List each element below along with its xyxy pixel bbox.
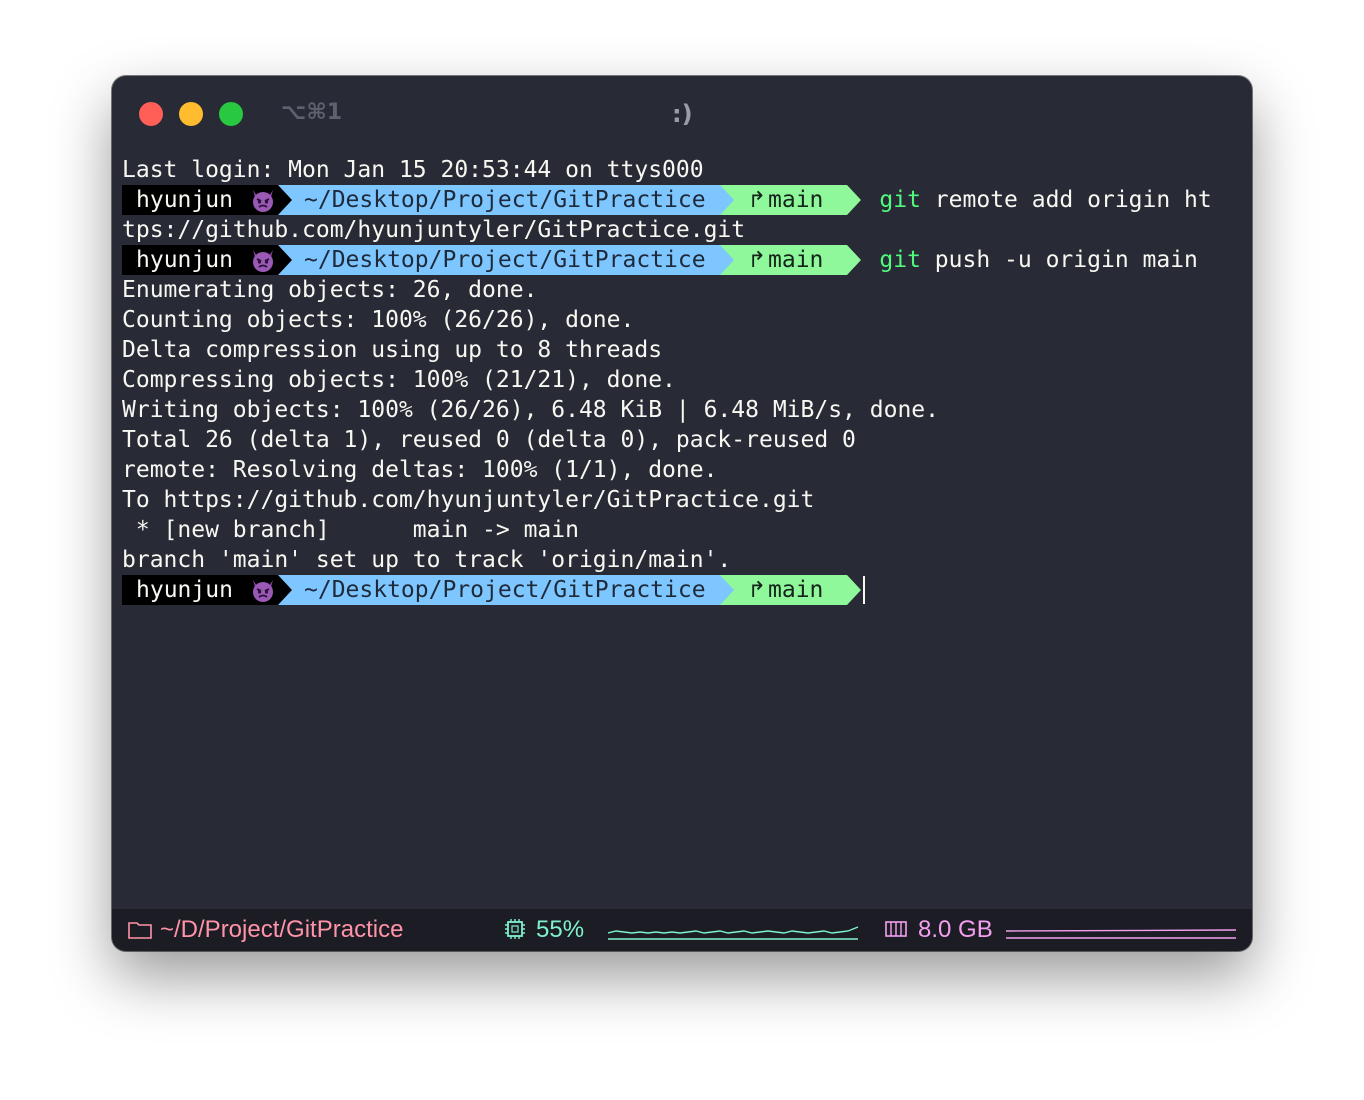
angry-devil-face-icon [253,580,273,602]
status-directory[interactable]: ~/D/Project/GitPractice [128,909,403,951]
output-line: Compressing objects: 100% (21/21), done. [122,367,676,393]
folder-icon [128,922,152,939]
prompt-branch: main [768,187,824,213]
prompt-line: hyunjun ~/Desktop/Project/GitPractice ↱m… [122,575,1252,605]
prompt-branch-segment: ↱main [719,185,862,215]
output-line: Counting objects: 100% (26/26), done. [122,307,635,333]
prompt-path: ~/Desktop/Project/GitPractice [278,245,720,275]
memory-usage-value: 8.0 GB [918,916,993,943]
prompt-path: ~/Desktop/Project/GitPractice [278,575,720,605]
minimize-button[interactable] [179,102,203,126]
status-cpu[interactable]: 55% [504,909,584,951]
text-cursor[interactable] [863,576,866,604]
prompt-user-segment: hyunjun [122,575,278,605]
status-directory-label: ~/D/Project/GitPractice [160,916,404,943]
cpu-usage-graph [608,926,859,940]
prompt-branch-segment: ↱main [719,245,862,275]
git-branch-icon: ↱ [747,188,767,213]
prompt-user: hyunjun [136,187,233,213]
command-text: git remote add origin ht [879,185,1211,215]
command-keyword: git [879,187,921,213]
memory-icon [885,921,907,937]
cpu-chip-icon [505,919,525,939]
memory-usage-graph [1006,929,1237,939]
output-line: remote: Resolving deltas: 100% (1/1), do… [122,457,718,483]
status-memory[interactable]: 8.0 GB [884,909,993,951]
status-bar: ~/D/Project/GitPractice 55% 8.0 GB [112,909,1252,951]
title-bar: ⌥⌘1 :) [112,76,1252,152]
command-text: git push -u origin main [879,245,1198,275]
prompt-path: ~/Desktop/Project/GitPractice [278,185,720,215]
prompt-branch-segment: ↱main [719,575,862,605]
output-line: Enumerating objects: 26, done. [122,277,538,303]
output-line: branch 'main' set up to track 'origin/ma… [122,547,732,573]
prompt-branch: main [768,247,824,273]
prompt-user: hyunjun [136,247,233,273]
git-branch-icon: ↱ [747,248,767,273]
angry-devil-face-icon [253,190,273,212]
output-line: Writing objects: 100% (26/26), 6.48 KiB … [122,397,939,423]
command-args: remote add origin ht [920,187,1212,213]
prompt-branch: main [768,577,824,603]
terminal-content[interactable]: Last login: Mon Jan 15 20:53:44 on ttys0… [122,155,1252,605]
output-line: Delta compression using up to 8 threads [122,337,663,363]
angry-devil-face-icon [253,250,273,272]
terminal-window: ⌥⌘1 :) Last login: Mon Jan 15 20:53:44 o… [112,76,1252,951]
prompt-line: hyunjun ~/Desktop/Project/GitPractice ↱m… [122,185,1252,215]
window-title: :) [672,100,693,128]
output-line: * [new branch] main -> main [122,517,579,543]
prompt-user: hyunjun [136,577,233,603]
memory-usage-line [1006,929,1237,932]
prompt-user-segment: hyunjun [122,185,278,215]
last-login-line: Last login: Mon Jan 15 20:53:44 on ttys0… [122,157,704,183]
cpu-usage-value: 55% [536,916,585,943]
output-line: Total 26 (delta 1), reused 0 (delta 0), … [122,427,856,453]
prompt-user-segment: hyunjun [122,245,278,275]
cpu-usage-line [608,926,859,934]
git-branch-icon: ↱ [747,578,767,603]
command-keyword: git [879,247,921,273]
tab-shortcut: ⌥⌘1 [281,100,343,125]
zoom-button[interactable] [219,102,243,126]
output-line: To https://github.com/hyunjuntyler/GitPr… [122,487,815,513]
command-args: push -u origin main [920,247,1198,273]
close-button[interactable] [139,102,163,126]
command-wrap-line: tps://github.com/hyunjuntyler/GitPractic… [122,217,746,243]
prompt-line: hyunjun ~/Desktop/Project/GitPractice ↱m… [122,245,1252,275]
